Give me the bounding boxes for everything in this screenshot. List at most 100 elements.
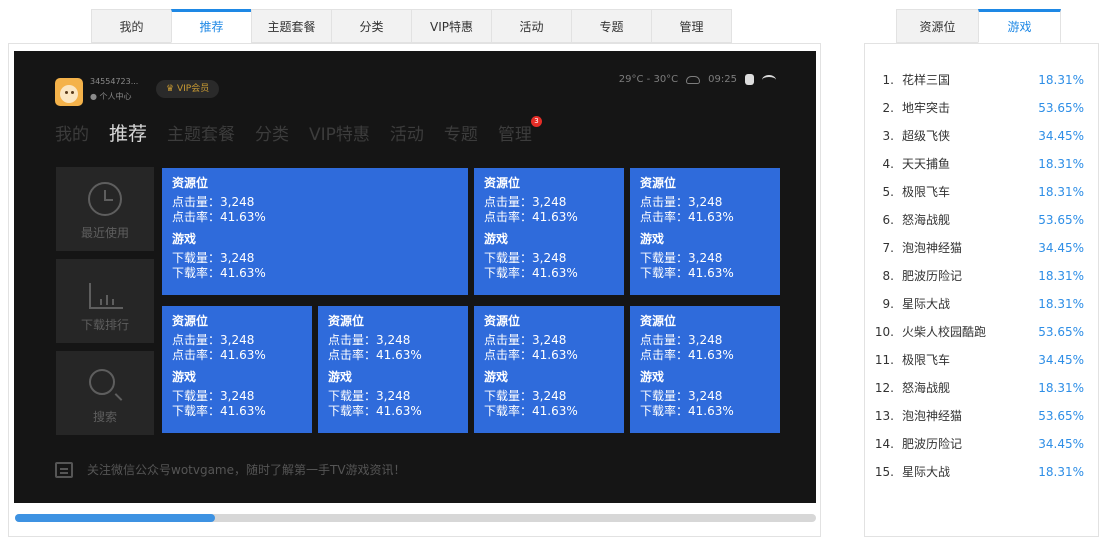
resource-tile[interactable]: 资源位 点击量：3,248 点击率：41.63% 游戏 下载量：3,248 下载… <box>630 168 780 295</box>
rank-number: 5. <box>882 185 894 199</box>
tv-nav-recommend[interactable]: 推荐 <box>109 119 147 146</box>
tile-ad-heading: 资源位 <box>640 176 677 190</box>
tile-click-count: 点击量：3,248 <box>640 333 723 347</box>
tv-nav-mine[interactable]: 我的 <box>55 120 89 145</box>
tab-category[interactable]: 分类 <box>331 9 412 43</box>
rank-number: 8. <box>882 269 894 283</box>
game-percent: 18.31% <box>1038 381 1084 395</box>
tile-game-heading: 游戏 <box>172 232 197 246</box>
tile-download-count: 下载量：3,248 <box>172 251 255 265</box>
tab-resource[interactable]: 资源位 <box>896 9 979 43</box>
tile-download-rate: 下载率：41.63% <box>172 404 266 418</box>
game-percent: 34.45% <box>1038 129 1084 143</box>
tile-click-count: 点击量：3,248 <box>640 195 723 209</box>
tile-game-heading: 游戏 <box>484 232 509 246</box>
list-item[interactable]: 11. 极限飞车 34.45% <box>874 350 1084 378</box>
user-center-label: 个人中心 <box>99 92 132 101</box>
tile-ad-heading: 资源位 <box>484 314 521 328</box>
tv-nav-manage[interactable]: 管理 3 <box>497 116 542 145</box>
tile-download-count: 下载量：3,248 <box>640 389 723 403</box>
tab-games[interactable]: 游戏 <box>978 9 1061 43</box>
tile-ad-heading: 资源位 <box>328 314 365 328</box>
status-bar: 29°C - 30°C 09:25 <box>619 74 776 85</box>
search-icon <box>89 369 115 395</box>
game-percent: 18.31% <box>1038 269 1084 283</box>
user-center-link[interactable]: ● 个人中心 <box>90 91 132 102</box>
side-recent-label: 最近使用 <box>80 226 129 240</box>
list-item[interactable]: 1. 花样三国 18.31% <box>874 70 1084 98</box>
rank-number: 13. <box>874 409 894 423</box>
game-percent: 34.45% <box>1038 241 1084 255</box>
list-item[interactable]: 14. 肥波历险记 34.45% <box>874 434 1084 462</box>
avatar[interactable] <box>55 78 83 106</box>
tile-game-heading: 游戏 <box>328 370 353 384</box>
tile-ad-heading: 资源位 <box>640 314 677 328</box>
rank-number: 10. <box>874 325 894 339</box>
game-percent: 53.65% <box>1038 213 1084 227</box>
crown-icon: ♛ <box>166 84 175 94</box>
tab-manage[interactable]: 管理 <box>651 9 732 43</box>
tile-download-count: 下载量：3,248 <box>484 389 567 403</box>
resource-tile[interactable]: 资源位 点击量：3,248 点击率：41.63% 游戏 下载量：3,248 下载… <box>474 306 624 433</box>
resource-tile[interactable]: 资源位 点击量：3,248 点击率：41.63% 游戏 下载量：3,248 下载… <box>162 306 312 433</box>
tile-click-rate: 点击率：41.63% <box>484 210 578 224</box>
rank-number: 4. <box>882 157 894 171</box>
tile-click-rate: 点击率：41.63% <box>172 348 266 362</box>
resource-tile[interactable]: 资源位 点击量：3,248 点击率：41.63% 游戏 下载量：3,248 下载… <box>318 306 468 433</box>
tab-theme-package[interactable]: 主题套餐 <box>251 9 332 43</box>
tile-download-count: 下载量：3,248 <box>172 389 255 403</box>
tile-click-rate: 点击率：41.63% <box>640 348 734 362</box>
side-download-rank[interactable]: 下载排行 <box>56 259 154 343</box>
tab-activity[interactable]: 活动 <box>491 9 572 43</box>
tv-nav-category[interactable]: 分类 <box>255 120 289 145</box>
side-recent[interactable]: 最近使用 <box>56 167 154 251</box>
tv-nav-vip-deals[interactable]: VIP特惠 <box>309 120 370 145</box>
scrollbar-thumb[interactable] <box>15 514 216 522</box>
game-name: 肥波历险记 <box>902 437 963 451</box>
tv-nav-activity[interactable]: 活动 <box>390 120 424 145</box>
list-item[interactable]: 6. 怒海战舰 53.65% <box>874 210 1084 238</box>
list-item[interactable]: 8. 肥波历险记 18.31% <box>874 266 1084 294</box>
game-name: 星际大战 <box>902 465 951 479</box>
resource-tile[interactable]: 资源位 点击量：3,248 点击率：41.63% 游戏 下载量：3,248 下载… <box>630 306 780 433</box>
tile-game-heading: 游戏 <box>640 370 665 384</box>
tile-download-rate: 下载率：41.63% <box>172 266 266 280</box>
tile-download-rate: 下载率：41.63% <box>328 404 422 418</box>
tab-recommend[interactable]: 推荐 <box>171 9 252 43</box>
tv-nav-theme-package[interactable]: 主题套餐 <box>167 120 235 145</box>
tab-mine[interactable]: 我的 <box>91 9 172 43</box>
tile-click-rate: 点击率：41.63% <box>640 210 734 224</box>
footer-tip-text: 关注微信公众号wotvgame，随时了解第一手TV游戏资讯！ <box>87 463 406 477</box>
resource-tile[interactable]: 资源位 点击量：3,248 点击率：41.63% 游戏 下载量：3,248 下载… <box>162 168 468 295</box>
resource-tile[interactable]: 资源位 点击量：3,248 点击率：41.63% 游戏 下载量：3,248 下载… <box>474 168 624 295</box>
tv-preview: 34554723... ● 个人中心 ♛ VIP会员 29°C - 30°C 0… <box>14 51 816 503</box>
tile-click-count: 点击量：3,248 <box>484 195 567 209</box>
side-search[interactable]: 搜索 <box>56 351 154 435</box>
tv-nav-manage-label: 管理 <box>497 125 532 145</box>
game-percent: 18.31% <box>1038 297 1084 311</box>
tile-click-count: 点击量：3,248 <box>328 333 411 347</box>
game-percent: 34.45% <box>1038 437 1084 451</box>
list-item[interactable]: 12. 怒海战舰 18.31% <box>874 378 1084 406</box>
game-percent: 34.45% <box>1038 353 1084 367</box>
tile-download-count: 下载量：3,248 <box>640 251 723 265</box>
tile-click-count: 点击量：3,248 <box>172 333 255 347</box>
list-item[interactable]: 2. 地牢突击 53.65% <box>874 98 1084 126</box>
tv-nav-topic[interactable]: 专题 <box>444 120 478 145</box>
game-percent: 53.65% <box>1038 101 1084 115</box>
list-item[interactable]: 4. 天天捕鱼 18.31% <box>874 154 1084 182</box>
list-item[interactable]: 3. 超级飞侠 34.45% <box>874 126 1084 154</box>
list-item[interactable]: 13. 泡泡神经猫 53.65% <box>874 406 1084 434</box>
list-item[interactable]: 7. 泡泡神经猫 34.45% <box>874 238 1084 266</box>
list-item[interactable]: 15. 星际大战 18.31% <box>874 462 1084 490</box>
list-item[interactable]: 5. 极限飞车 18.31% <box>874 182 1084 210</box>
vip-badge[interactable]: ♛ VIP会员 <box>156 80 220 98</box>
game-percent: 18.31% <box>1038 465 1084 479</box>
list-item[interactable]: 9. 星际大战 18.31% <box>874 294 1084 322</box>
rank-number: 14. <box>874 437 894 451</box>
tile-download-rate: 下载率：41.63% <box>640 266 734 280</box>
tab-vip-deals[interactable]: VIP特惠 <box>411 9 492 43</box>
list-item[interactable]: 10. 火柴人校园酷跑 53.65% <box>874 322 1084 350</box>
tab-topic[interactable]: 专题 <box>571 9 652 43</box>
rank-number: 2. <box>882 101 894 115</box>
